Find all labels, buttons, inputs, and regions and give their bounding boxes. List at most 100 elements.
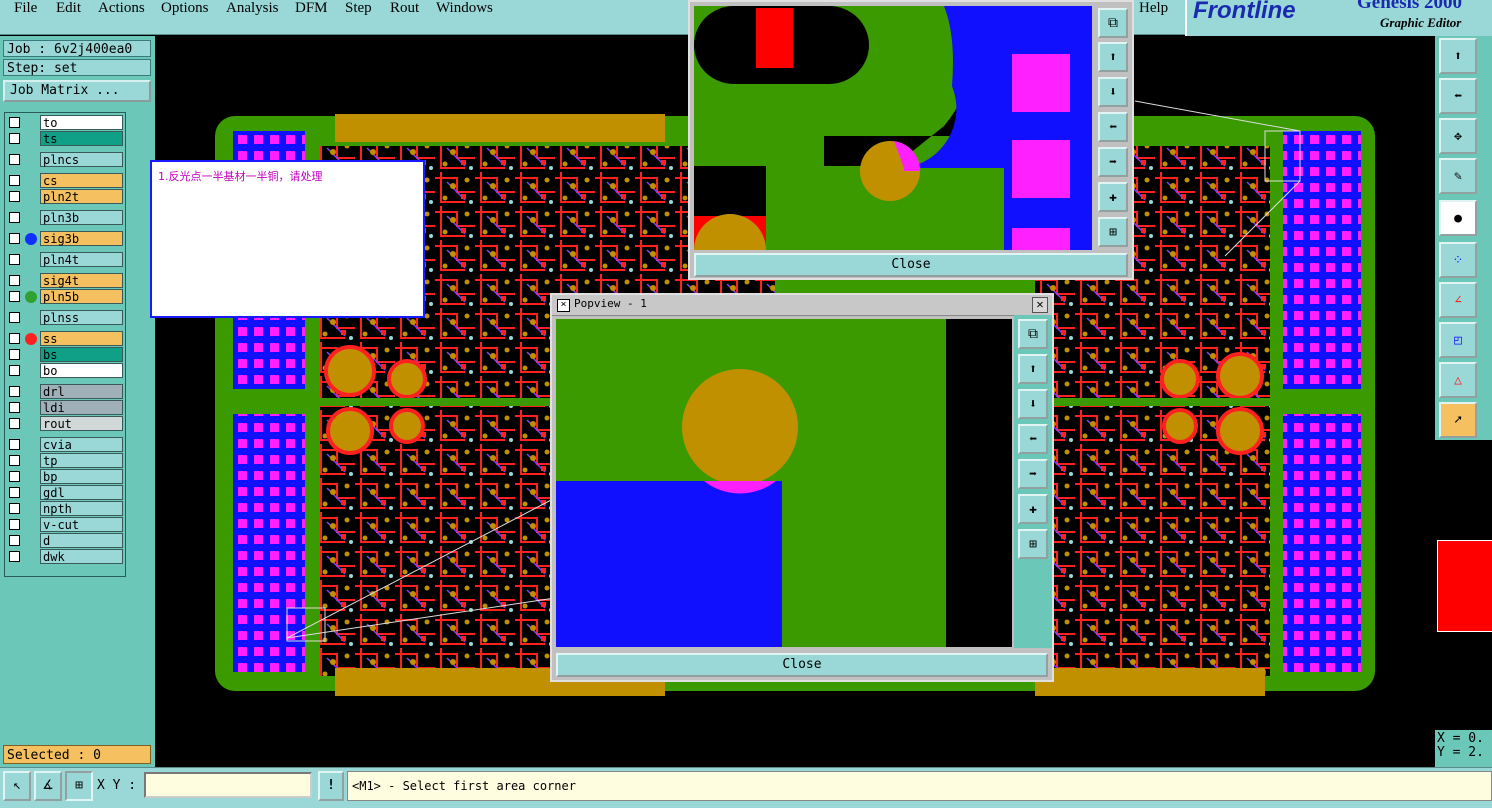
layer-row[interactable]: rout bbox=[5, 416, 125, 431]
layer-name[interactable]: ts bbox=[40, 131, 123, 146]
menu-rout[interactable]: Rout bbox=[390, 0, 419, 17]
menu-analysis[interactable]: Analysis bbox=[226, 0, 279, 17]
surface-button[interactable]: △ bbox=[1439, 362, 1477, 398]
layer-row[interactable]: to bbox=[5, 115, 125, 130]
add-feature-button[interactable]: ● bbox=[1439, 200, 1477, 236]
layer-name[interactable]: npth bbox=[40, 501, 123, 516]
layer-row[interactable]: d bbox=[5, 533, 125, 548]
net-button[interactable]: ⁘ bbox=[1439, 242, 1477, 278]
popview-window-top[interactable]: ⧉ ⬆ ⬇ ⬅ ➡ ✚ ⊞ Close bbox=[688, 0, 1134, 280]
pad-button[interactable]: ◰ bbox=[1439, 322, 1477, 358]
popview-1-close-button[interactable]: Close bbox=[556, 653, 1048, 677]
layer-row[interactable]: plnss bbox=[5, 310, 125, 325]
layer-checkbox[interactable] bbox=[9, 291, 20, 302]
layer-checkbox[interactable] bbox=[9, 471, 20, 482]
zoom-out-button[interactable]: ⊞ bbox=[1098, 217, 1128, 247]
layer-row[interactable]: cs bbox=[5, 173, 125, 188]
layer-checkbox[interactable] bbox=[9, 455, 20, 466]
measure-button[interactable]: ✎ bbox=[1439, 158, 1477, 194]
pan-up-button[interactable]: ⬆ bbox=[1439, 38, 1477, 74]
layer-row[interactable]: pln4t bbox=[5, 252, 125, 267]
menu-step[interactable]: Step bbox=[345, 0, 372, 17]
line-button[interactable]: ∠ bbox=[1439, 282, 1477, 318]
grid-button[interactable]: ⊞ bbox=[65, 771, 93, 801]
layer-name[interactable]: sig3b bbox=[40, 231, 123, 246]
layer-name[interactable]: to bbox=[40, 115, 123, 130]
layer-name[interactable]: ldi bbox=[40, 400, 123, 415]
snap-button[interactable]: ↖ bbox=[3, 771, 31, 801]
layer-row[interactable]: bs bbox=[5, 347, 125, 362]
layer-checkbox[interactable] bbox=[9, 254, 20, 265]
zoom-box-button[interactable]: ⧉ bbox=[1018, 319, 1048, 349]
layer-row[interactable]: v-cut bbox=[5, 517, 125, 532]
layer-row[interactable]: pln3b bbox=[5, 210, 125, 225]
layer-name[interactable]: cs bbox=[40, 173, 123, 188]
alert-button[interactable]: ! bbox=[318, 771, 344, 801]
layer-row[interactable]: drl bbox=[5, 384, 125, 399]
popview-1-titlebar[interactable]: × Popview - 1 ✕ bbox=[552, 295, 1052, 316]
zoom-in-button[interactable]: ✚ bbox=[1098, 182, 1128, 212]
layer-checkbox[interactable] bbox=[9, 503, 20, 514]
layer-name[interactable]: pln3b bbox=[40, 210, 123, 225]
layer-checkbox[interactable] bbox=[9, 133, 20, 144]
layer-row[interactable]: dwk bbox=[5, 549, 125, 564]
zoom-fit-button[interactable]: ✥ bbox=[1439, 118, 1477, 154]
layer-checkbox[interactable] bbox=[9, 175, 20, 186]
layer-name[interactable]: cvia bbox=[40, 437, 123, 452]
layer-row[interactable]: npth bbox=[5, 501, 125, 516]
layer-row[interactable]: pln5b bbox=[5, 289, 125, 304]
menu-windows[interactable]: Windows bbox=[436, 0, 493, 17]
layer-row[interactable]: ts bbox=[5, 131, 125, 146]
pan-down-button[interactable]: ⬇ bbox=[1098, 77, 1128, 107]
pan-right-button[interactable]: ➡ bbox=[1098, 147, 1128, 177]
layer-name[interactable]: d bbox=[40, 533, 123, 548]
layer-name[interactable]: drl bbox=[40, 384, 123, 399]
layer-checkbox[interactable] bbox=[9, 535, 20, 546]
layer-checkbox[interactable] bbox=[9, 312, 20, 323]
layer-name[interactable]: plncs bbox=[40, 152, 123, 167]
pan-left-button[interactable]: ⬅ bbox=[1439, 78, 1477, 114]
layer-name[interactable]: rout bbox=[40, 416, 123, 431]
popview-top-close-button[interactable]: Close bbox=[694, 253, 1128, 277]
menu-dfm[interactable]: DFM bbox=[295, 0, 328, 17]
layer-checkbox[interactable] bbox=[9, 402, 20, 413]
zoom-out-button[interactable]: ⊞ bbox=[1018, 529, 1048, 559]
job-matrix-button[interactable]: Job Matrix ... bbox=[3, 80, 151, 102]
pan-left-button[interactable]: ⬅ bbox=[1018, 424, 1048, 454]
pan-down-button[interactable]: ⬇ bbox=[1018, 389, 1048, 419]
layer-checkbox[interactable] bbox=[9, 154, 20, 165]
layer-checkbox[interactable] bbox=[9, 275, 20, 286]
menu-options[interactable]: Options bbox=[161, 0, 209, 17]
layer-name[interactable]: dwk bbox=[40, 549, 123, 564]
menu-help[interactable]: Help bbox=[1139, 0, 1168, 17]
layer-checkbox[interactable] bbox=[9, 117, 20, 128]
close-icon[interactable]: ✕ bbox=[1032, 297, 1048, 313]
layer-row[interactable]: plncs bbox=[5, 152, 125, 167]
pan-right-button[interactable]: ➡ bbox=[1018, 459, 1048, 489]
layer-name[interactable]: plnss bbox=[40, 310, 123, 325]
layer-name[interactable]: v-cut bbox=[40, 517, 123, 532]
layer-checkbox[interactable] bbox=[9, 487, 20, 498]
layer-row[interactable]: pln2t bbox=[5, 189, 125, 204]
layer-checkbox[interactable] bbox=[9, 233, 20, 244]
layer-row[interactable]: bp bbox=[5, 469, 125, 484]
layer-name[interactable]: ss bbox=[40, 331, 123, 346]
layer-row[interactable]: gdl bbox=[5, 485, 125, 500]
layer-name[interactable]: tp bbox=[40, 453, 123, 468]
layer-name[interactable]: gdl bbox=[40, 485, 123, 500]
menu-edit[interactable]: Edit bbox=[56, 0, 81, 17]
zoom-box-button[interactable]: ⧉ bbox=[1098, 8, 1128, 38]
layer-checkbox[interactable] bbox=[9, 519, 20, 530]
layer-checkbox[interactable] bbox=[9, 365, 20, 376]
layer-name[interactable]: pln4t bbox=[40, 252, 123, 267]
layer-name[interactable]: sig4t bbox=[40, 273, 123, 288]
window-menu-icon[interactable]: × bbox=[557, 299, 570, 312]
layer-name[interactable]: bp bbox=[40, 469, 123, 484]
zoom-in-button[interactable]: ✚ bbox=[1018, 494, 1048, 524]
layer-checkbox[interactable] bbox=[9, 551, 20, 562]
pan-up-button[interactable]: ⬆ bbox=[1098, 42, 1128, 72]
layer-checkbox[interactable] bbox=[9, 349, 20, 360]
layer-name[interactable]: pln2t bbox=[40, 189, 123, 204]
layer-row[interactable]: tp bbox=[5, 453, 125, 468]
layer-row[interactable]: ldi bbox=[5, 400, 125, 415]
